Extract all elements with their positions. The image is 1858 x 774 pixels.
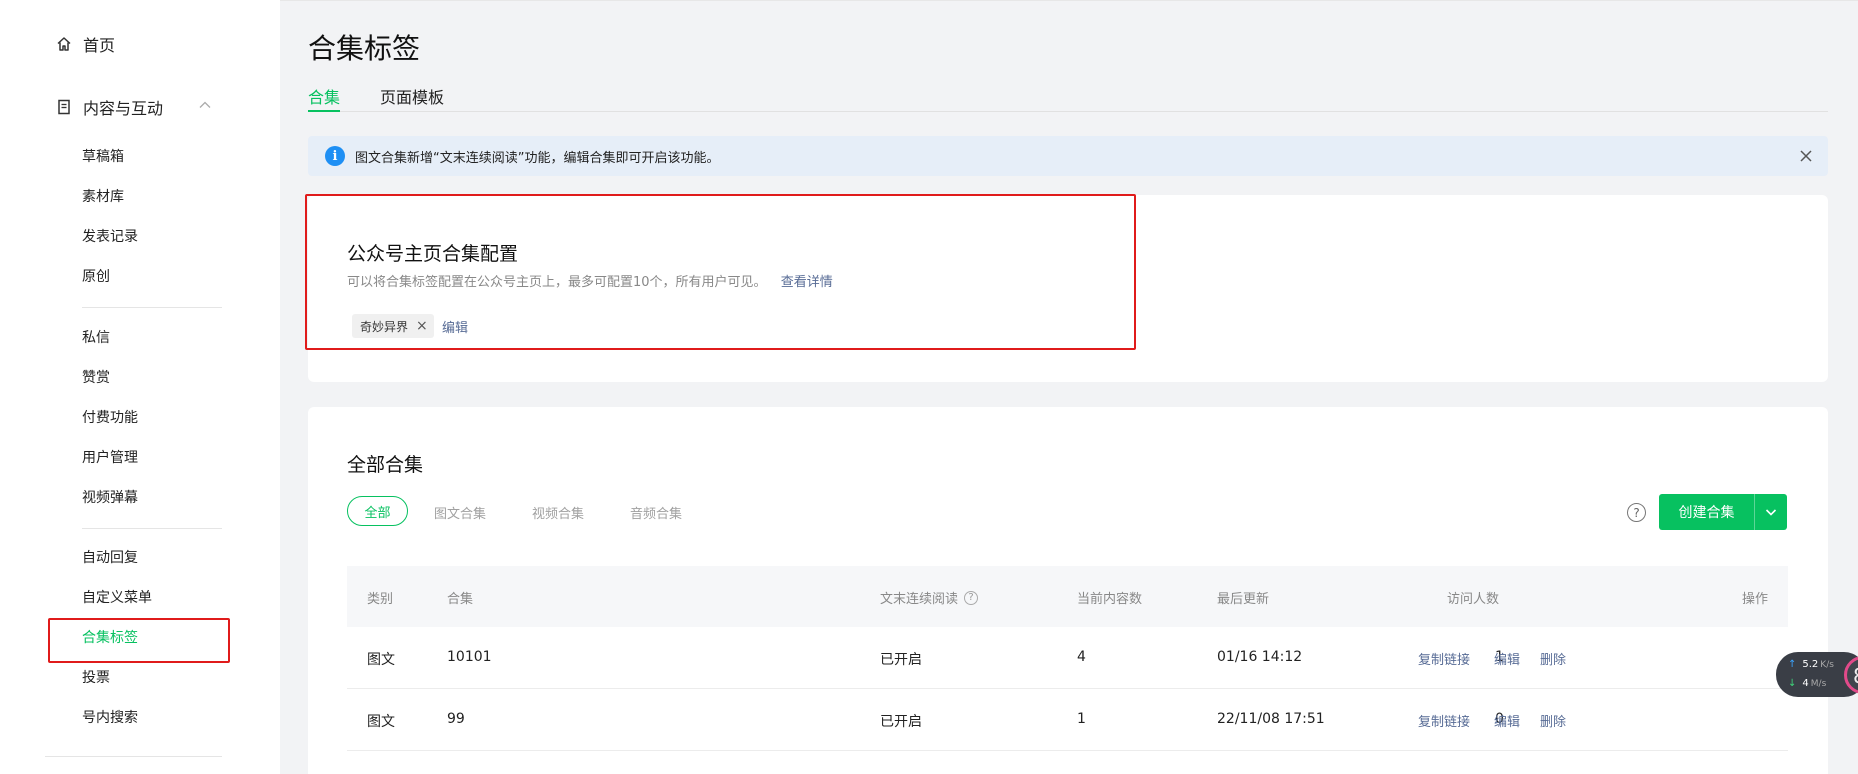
- notice-text: 图文合集新增“文末连续阅读”功能，编辑合集即可开启该功能。: [355, 150, 720, 166]
- column-header-count: 当前内容数: [1077, 592, 1143, 607]
- sidebar-item-vote[interactable]: 投票: [82, 668, 110, 688]
- sidebar-item-messages[interactable]: 私信: [82, 328, 110, 348]
- sidebar-item-collection-tags[interactable]: 合集标签: [82, 628, 138, 648]
- column-header-updated: 最后更新: [1217, 592, 1270, 607]
- homepage-config-description: 可以将合集标签配置在公众号主页上，最多可配置10个，所有用户可见。 查看详情: [347, 271, 833, 290]
- arrow-up-icon: ↑: [1788, 659, 1797, 670]
- sidebar-item-user-management[interactable]: 用户管理: [82, 448, 138, 468]
- close-icon[interactable]: [1798, 148, 1814, 164]
- help-icon[interactable]: ?: [964, 590, 979, 605]
- table-header: 类别 合集 文末连续阅读 ? 当前内容数 最后更新 访问人数 操作: [347, 566, 1788, 627]
- home-icon: [57, 37, 71, 51]
- sidebar-group-label: 内容与互动: [83, 99, 164, 118]
- filter-all[interactable]: 全部: [347, 496, 408, 526]
- sidebar-item-home[interactable]: 首页: [55, 32, 115, 56]
- download-speed: ↓ 4 M/s: [1788, 678, 1826, 689]
- info-icon: i: [325, 146, 345, 166]
- cell-count: 4: [1077, 649, 1086, 665]
- notice-banner: i 图文合集新增“文末连续阅读”功能，编辑合集即可开启该功能。: [308, 136, 1828, 176]
- sidebar-item-auto-reply[interactable]: 自动回复: [82, 548, 138, 568]
- sidebar-divider: [82, 528, 222, 529]
- tab-collections[interactable]: 合集: [308, 84, 340, 108]
- collections-title: 全部合集: [347, 454, 424, 476]
- cell-type: 图文: [367, 652, 395, 668]
- column-header-continuous: 文末连续阅读 ?: [880, 588, 979, 607]
- upload-value: 5.2: [1802, 659, 1819, 670]
- sidebar-home-label: 首页: [83, 36, 116, 55]
- sidebar-group-content[interactable]: 内容与互动: [55, 95, 163, 119]
- chevron-up-icon[interactable]: [198, 98, 212, 112]
- filter-image-text[interactable]: 图文合集: [434, 503, 486, 522]
- column-header-continuous-label: 文末连续阅读: [880, 592, 959, 607]
- network-speed-widget[interactable]: ↑ 5.2 K/s ↓ 4 M/s 8: [1776, 652, 1858, 697]
- cell-updated: 22/11/08 17:51: [1217, 711, 1325, 727]
- cell-count: 1: [1077, 711, 1086, 727]
- download-value: 4: [1802, 678, 1809, 689]
- table-row: 图文 10101 已开启 4 01/16 14:12 1 复制链接 编辑 删除: [347, 627, 1788, 689]
- column-header-type: 类别: [367, 592, 394, 607]
- sidebar-item-paid-features[interactable]: 付费功能: [82, 408, 138, 428]
- column-header-visitors: 访问人数: [1447, 592, 1500, 607]
- edit-button[interactable]: 编辑: [1494, 649, 1520, 668]
- homepage-config-description-text: 可以将合集标签配置在公众号主页上，最多可配置10个，所有用户可见。: [347, 275, 767, 290]
- delete-button[interactable]: 删除: [1540, 649, 1566, 668]
- column-header-actions: 操作: [1741, 592, 1768, 607]
- homepage-config-title: 公众号主页合集配置: [347, 243, 519, 265]
- download-unit: M/s: [1810, 678, 1827, 689]
- column-header-collection: 合集: [447, 592, 474, 607]
- tab-page-templates[interactable]: 页面模板: [380, 84, 444, 108]
- create-dropdown-toggle[interactable]: [1755, 505, 1787, 519]
- sidebar-item-drafts[interactable]: 草稿箱: [82, 147, 124, 167]
- delete-button[interactable]: 删除: [1540, 711, 1566, 730]
- sidebar-item-materials[interactable]: 素材库: [82, 187, 124, 207]
- help-icon[interactable]: ?: [1627, 503, 1646, 522]
- cell-continuous: 已开启: [880, 652, 922, 668]
- cell-collection-name[interactable]: 10101: [447, 649, 492, 665]
- arrow-down-icon: ↓: [1788, 678, 1797, 689]
- chevron-down-icon: [1765, 509, 1777, 516]
- sidebar-item-custom-menu[interactable]: 自定义菜单: [82, 588, 152, 608]
- copy-link-button[interactable]: 复制链接: [1418, 649, 1470, 668]
- speed-circle-label: 8: [1853, 664, 1858, 688]
- edit-button[interactable]: 编辑: [1494, 711, 1520, 730]
- create-collection-button[interactable]: 创建合集: [1659, 494, 1787, 530]
- sidebar-item-appreciation[interactable]: 赞赏: [82, 368, 110, 388]
- tag-chip: 奇妙异界 ×: [352, 314, 434, 338]
- cell-updated: 01/16 14:12: [1217, 649, 1303, 665]
- page-title: 合集标签: [308, 32, 421, 65]
- sidebar-item-original[interactable]: 原创: [82, 267, 110, 287]
- tabs-divider: [308, 111, 1828, 112]
- copy-link-button[interactable]: 复制链接: [1418, 711, 1470, 730]
- active-tab-indicator: [308, 110, 340, 112]
- sidebar-item-video-danmaku[interactable]: 视频弹幕: [82, 488, 138, 508]
- sidebar-item-search[interactable]: 号内搜索: [82, 708, 138, 728]
- create-collection-label: 创建合集: [1678, 505, 1735, 521]
- cell-type: 图文: [367, 714, 395, 730]
- sidebar-divider: [82, 307, 222, 308]
- sidebar-divider: [45, 756, 222, 757]
- filter-audio[interactable]: 音频合集: [630, 503, 682, 522]
- sidebar-item-publish-records[interactable]: 发表记录: [82, 227, 138, 247]
- tag-chip-label: 奇妙异界: [360, 319, 409, 334]
- filter-video[interactable]: 视频合集: [532, 503, 584, 522]
- upload-unit: K/s: [1820, 659, 1834, 670]
- speed-circle: 8: [1844, 656, 1858, 694]
- tag-remove-icon[interactable]: ×: [416, 318, 428, 334]
- cell-continuous: 已开启: [880, 714, 922, 730]
- edit-tags-link[interactable]: 编辑: [442, 317, 468, 336]
- document-icon: [58, 99, 70, 115]
- upload-speed: ↑ 5.2 K/s: [1788, 659, 1834, 670]
- sidebar: 首页 内容与互动 草稿箱 素材库 发表记录 原创 私信 赞赏 付费功能 用户管理…: [0, 0, 280, 774]
- cell-collection-name[interactable]: 99: [447, 711, 465, 727]
- details-link[interactable]: 查看详情: [781, 275, 833, 290]
- highlight-box-sidebar: [48, 618, 230, 663]
- table-row: 图文 99 已开启 1 22/11/08 17:51 0 复制链接 编辑 删除: [347, 689, 1788, 751]
